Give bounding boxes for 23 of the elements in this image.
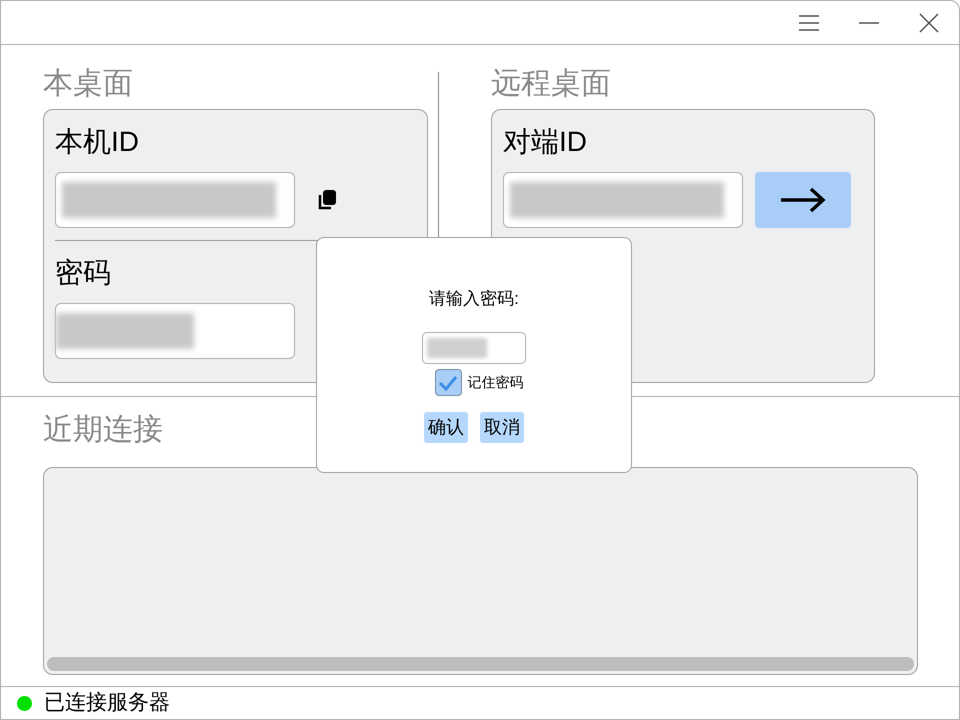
id-field[interactable] — [503, 172, 743, 228]
section-title: 近期连接 — [43, 412, 163, 448]
menu-icon[interactable] — [798, 14, 820, 30]
minimize-icon[interactable] — [858, 22, 880, 24]
dialog-button[interactable]: 取消 — [480, 412, 524, 443]
password-input[interactable] — [422, 332, 526, 364]
checkbox[interactable] — [434, 369, 462, 396]
checkbox-label: 记住密码 — [468, 373, 524, 392]
section-title: 本桌面 — [43, 66, 134, 102]
arrow-right-icon — [779, 187, 827, 213]
copy-icon[interactable] — [317, 189, 337, 211]
connect-button[interactable] — [755, 172, 851, 228]
section-title: 远程桌面 — [491, 66, 612, 102]
close-icon[interactable] — [919, 12, 939, 32]
dialog-prompt: 请输入密码: — [429, 288, 519, 310]
blurred-text — [427, 338, 487, 358]
id-label: 对端ID — [503, 125, 588, 159]
checkmark-icon — [438, 374, 458, 390]
scrollbar[interactable] — [47, 657, 914, 671]
status-text: 已连接服务器 — [44, 690, 170, 716]
id-label: 本机ID — [55, 125, 140, 159]
dialog-button[interactable]: 确认 — [424, 412, 468, 443]
password-label: 密码 — [55, 256, 112, 290]
